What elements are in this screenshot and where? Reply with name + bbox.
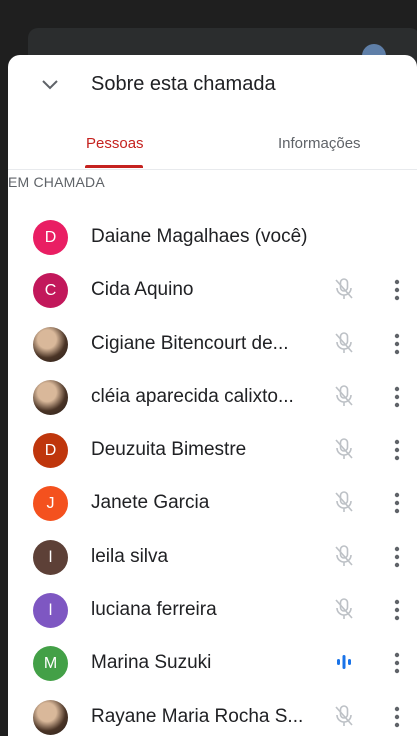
mic-off-icon xyxy=(335,331,353,353)
participant-row[interactable]: l leila silva xyxy=(8,530,417,583)
avatar xyxy=(33,379,68,415)
participant-row[interactable]: cléia aparecida calixto... xyxy=(8,370,417,423)
avatar: J xyxy=(33,486,68,522)
avatar: D xyxy=(33,220,68,255)
chevron-down-icon[interactable] xyxy=(40,78,60,92)
avatar: l xyxy=(33,593,68,629)
participant-row[interactable]: D Deuzuita Bimestre xyxy=(8,423,417,476)
avatar: D xyxy=(33,433,68,469)
tab-info[interactable]: Informações xyxy=(278,135,361,152)
more-options-icon[interactable] xyxy=(394,599,400,621)
sheet-header: Sobre esta chamada xyxy=(8,55,417,115)
avatar xyxy=(33,699,68,735)
participant-list: D Daiane Magalhaes (você) C Cida Aquino Cigi… xyxy=(8,210,417,736)
participant-row[interactable]: Cigiane Bitencourt de... xyxy=(8,317,417,370)
participant-row[interactable]: l luciana ferreira xyxy=(8,583,417,636)
participant-name: Cigiane Bitencourt de... xyxy=(91,332,289,354)
participant-row[interactable]: C Cida Aquino xyxy=(8,263,417,316)
tab-people[interactable]: Pessoas xyxy=(86,135,144,152)
participant-name: cléia aparecida calixto... xyxy=(91,385,294,407)
participant-name: Cida Aquino xyxy=(91,279,194,301)
mic-off-icon xyxy=(335,704,353,726)
mic-off-icon xyxy=(335,278,353,300)
more-options-icon[interactable] xyxy=(394,546,400,568)
participant-row[interactable]: J Janete Garcia xyxy=(8,476,417,529)
more-options-icon[interactable] xyxy=(394,492,400,514)
more-options-icon[interactable] xyxy=(394,386,400,408)
sheet-title: Sobre esta chamada xyxy=(91,73,276,95)
more-options-icon[interactable] xyxy=(394,706,400,728)
mic-off-icon xyxy=(335,385,353,406)
mic-off-icon xyxy=(335,598,353,620)
participant-name: Marina Suzuki xyxy=(91,652,212,674)
participant-name: Rayane Maria Rocha S... xyxy=(91,705,304,727)
participant-row[interactable]: Rayane Maria Rocha S... xyxy=(8,690,417,736)
more-options-icon[interactable] xyxy=(394,333,400,355)
mic-off-icon xyxy=(335,491,353,513)
participant-name: leila silva xyxy=(91,545,169,567)
more-options-icon[interactable] xyxy=(394,279,400,301)
participant-name: Daiane Magalhaes (você) xyxy=(91,226,308,247)
participant-name: luciana ferreira xyxy=(91,599,217,621)
tab-bar: Pessoas Informações xyxy=(8,123,417,168)
avatar: M xyxy=(33,646,68,682)
about-call-sheet: Sobre esta chamada Pessoas Informações E… xyxy=(8,55,417,736)
more-options-icon[interactable] xyxy=(394,439,400,461)
avatar: l xyxy=(33,539,68,575)
speaking-indicator-icon xyxy=(337,655,351,670)
mic-off-icon xyxy=(335,544,353,566)
participant-name: Janete Garcia xyxy=(91,492,210,514)
participant-row[interactable]: M Marina Suzuki xyxy=(8,636,417,689)
participant-row[interactable]: D Daiane Magalhaes (você) xyxy=(8,210,417,263)
mic-off-icon xyxy=(335,438,353,460)
more-options-icon[interactable] xyxy=(394,652,400,674)
active-tab-indicator xyxy=(85,165,143,168)
participant-name: Deuzuita Bimestre xyxy=(91,439,247,461)
avatar xyxy=(33,326,68,362)
avatar: C xyxy=(33,273,68,309)
section-label: EM CHAMADA xyxy=(8,174,105,190)
tab-divider xyxy=(8,169,417,170)
